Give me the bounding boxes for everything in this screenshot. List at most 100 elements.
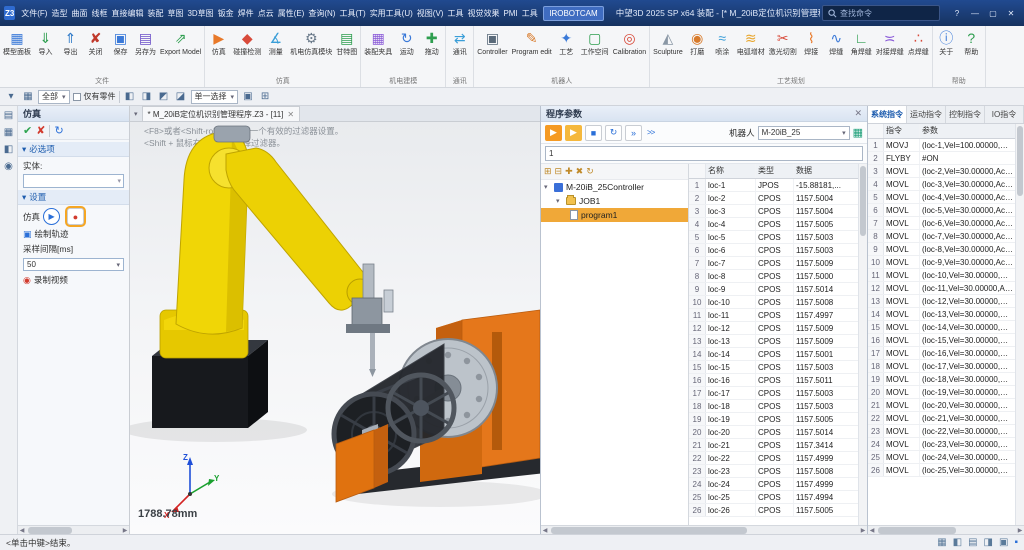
entity-input[interactable]: ▾ [23, 174, 124, 188]
ribbon-button-save-as[interactable]: ▤另存为 [133, 27, 158, 76]
table-row[interactable]: 9MOVL(loc-8,Vel=30.00000,Acc=40.000) [868, 243, 1015, 256]
ribbon-button-calibration[interactable]: ◎Calibration [611, 27, 648, 76]
menu-item-4[interactable]: 直接编辑 [109, 6, 145, 21]
confirm-icon[interactable]: ✔ [23, 124, 32, 137]
table-row[interactable]: 19MOVL(loc-18,Vel=30.00000,Acc=40.000) [868, 373, 1015, 386]
close-button[interactable]: ✕ [1002, 5, 1020, 21]
table-row[interactable]: 8loc-8CPOS1157.5000 [689, 270, 858, 283]
table-row[interactable]: 17loc-17CPOS1157.5003 [689, 387, 858, 400]
scrollbar-thumb[interactable] [551, 527, 747, 534]
ribbon-button-spot-weld[interactable]: ∴点焊缝 [906, 27, 931, 76]
ribbon-button-fillet-weld[interactable]: ∟角焊缝 [849, 27, 874, 76]
loop-icon[interactable]: ↻ [605, 125, 622, 141]
table-row[interactable]: 21MOVL(loc-20,Vel=30.00000,Acc=40.000) [868, 399, 1015, 412]
table-row[interactable]: 19loc-19CPOS1157.5005 [689, 413, 858, 426]
table-row[interactable]: 10loc-10CPOS1157.5008 [689, 296, 858, 309]
ribbon-button-import[interactable]: ⇓导入 [33, 27, 58, 76]
table-row[interactable]: 26loc-26CPOS1157.5005 [689, 504, 858, 517]
menu-item-1[interactable]: 造型 [49, 6, 69, 21]
export-program-icon[interactable]: ▦ [853, 126, 863, 139]
instr-tab-3[interactable]: IO指令 [985, 106, 1024, 123]
locations-vscrollbar[interactable] [858, 164, 867, 525]
select-body-icon[interactable]: ◪ [174, 91, 188, 102]
visual-manager-icon[interactable]: ◉ [4, 161, 13, 172]
menu-item-7[interactable]: 3D草图 [185, 6, 215, 21]
grid-status-icon[interactable]: ▤ [968, 537, 977, 548]
only-parts-checkbox[interactable]: 仅有零件 [73, 91, 116, 102]
ribbon-button-butt-weld[interactable]: ≍对接焊缝 [874, 27, 906, 76]
reset-icon[interactable]: ↻ [54, 124, 63, 137]
menu-item-14[interactable]: 实用工具(U) [368, 6, 415, 21]
table-row[interactable]: 16MOVL(loc-15,Vel=30.00000,Acc=40.000) [868, 334, 1015, 347]
play-simulation-button[interactable]: ▶ [43, 208, 60, 225]
assembly-manager-icon[interactable]: ▦ [4, 127, 13, 138]
table-row[interactable]: 22MOVL(loc-21,Vel=30.00000,Acc=40.000) [868, 412, 1015, 425]
table-row[interactable]: 11loc-11CPOS1157.4997 [689, 309, 858, 322]
more-commands-button[interactable]: >> [645, 128, 656, 137]
scrollbar-thumb[interactable] [1017, 126, 1023, 196]
table-row[interactable]: 12MOVL(loc-11,Vel=30.00000,Acc=40.000) [868, 282, 1015, 295]
caret-down-icon[interactable]: ▾ [544, 183, 551, 191]
table-row[interactable]: 17MOVL(loc-16,Vel=30.00000,Acc=40.000) [868, 347, 1015, 360]
scrollbar-thumb[interactable] [28, 527, 72, 534]
menu-item-8[interactable]: 钣金 [216, 6, 236, 21]
table-row[interactable]: 6MOVL(loc-5,Vel=30.00000,Acc=40.000) [868, 204, 1015, 217]
remove-folder-icon[interactable]: ⊟ [555, 166, 563, 177]
record-simulation-button[interactable]: ● [67, 208, 84, 225]
robot-arm[interactable] [160, 126, 373, 358]
table-row[interactable]: 2FLYBY#ON [868, 152, 1015, 165]
ribbon-button-collision-check[interactable]: ◆碰撞检测 [231, 27, 263, 76]
menu-item-15[interactable]: 视图(V) [415, 6, 446, 21]
program-panel-hscrollbar[interactable]: ◀ ▶ [541, 525, 867, 534]
table-row[interactable]: 13loc-13CPOS1157.5009 [689, 335, 858, 348]
ribbon-button-process[interactable]: ✦工艺 [554, 27, 579, 76]
table-row[interactable]: 14MOVL(loc-13,Vel=30.00000,Acc=40.000) [868, 308, 1015, 321]
delete-program-icon[interactable]: ✖ [576, 166, 584, 177]
ribbon-button-arc-additive[interactable]: ≋电弧增材 [735, 27, 767, 76]
ribbon-button-mechatronic-sim[interactable]: ⚙机电仿真模块 [288, 27, 334, 76]
menu-item-3[interactable]: 线框 [89, 6, 109, 21]
table-row[interactable]: 21loc-21CPOS1157.3414 [689, 439, 858, 452]
ribbon-button-gantt[interactable]: ▤甘特图 [334, 27, 359, 76]
ribbon-button-close-file[interactable]: ✘关闭 [83, 27, 108, 76]
menu-item-5[interactable]: 装配 [145, 6, 165, 21]
ribbon-button-model-panel[interactable]: ▦模型面板 [1, 27, 33, 76]
table-row[interactable]: 11MOVL(loc-10,Vel=30.00000,Acc=40.000) [868, 269, 1015, 282]
ribbon-button-save[interactable]: ▣保存 [108, 27, 133, 76]
scroll-left-icon[interactable]: ◀ [541, 527, 549, 534]
table-row[interactable]: 23loc-23CPOS1157.5008 [689, 465, 858, 478]
table-row[interactable]: 25MOVL(loc-24,Vel=30.00000,Acc=40.000) [868, 451, 1015, 464]
maximize-button[interactable]: ▢ [984, 5, 1002, 21]
menu-item-17[interactable]: 视觉效果 [465, 6, 501, 21]
column-type[interactable]: 类型 [756, 164, 794, 178]
table-row[interactable]: 10MOVL(loc-9,Vel=30.00000,Acc=40.000) [868, 256, 1015, 269]
cancel-icon[interactable]: ✘ [36, 124, 45, 137]
pick-filter-icon[interactable]: ▣ [241, 91, 255, 102]
ribbon-button-simulate[interactable]: ▶仿真 [206, 27, 231, 76]
ribbon-button-controller[interactable]: ▣Controller [475, 27, 509, 76]
snap-status-icon[interactable]: ◧ [953, 537, 962, 548]
add-folder-icon[interactable]: ⊞ [544, 166, 552, 177]
table-row[interactable]: 4MOVL(loc-3,Vel=30.00000,Acc=40.000) [868, 178, 1015, 191]
table-row[interactable]: 26MOVL(loc-25,Vel=30.00000,Acc=40.000) [868, 464, 1015, 477]
column-data[interactable]: 数据 [794, 164, 858, 178]
menu-item-9[interactable]: 焊件 [236, 6, 256, 21]
sim-panel-hscrollbar[interactable]: ◀ ▶ [18, 525, 129, 534]
layer-status-icon[interactable]: ◨ [984, 537, 993, 548]
pick-window-icon[interactable]: ⊞ [258, 91, 272, 102]
robot-combo[interactable]: M-20iB_25▾ [758, 126, 850, 140]
table-row[interactable]: 1MOVJ(loc-1,Vel=100.00000,Acc=50.000) [868, 139, 1015, 152]
table-row[interactable]: 3loc-3CPOS1157.5004 [689, 205, 858, 218]
scroll-right-icon[interactable]: ▶ [859, 527, 867, 534]
column-command[interactable]: 指令 [884, 124, 920, 138]
menu-item-12[interactable]: 查询(N) [306, 6, 337, 21]
filter-all-combo[interactable]: 全部▾ [38, 90, 70, 104]
table-row[interactable]: 2loc-2CPOS1157.5004 [689, 192, 858, 205]
help-button[interactable]: ? [948, 5, 966, 21]
close-tab-icon[interactable]: ✕ [287, 110, 294, 119]
table-row[interactable]: 18loc-18CPOS1157.5003 [689, 400, 858, 413]
stop-icon[interactable]: ■ [585, 125, 602, 141]
filter-status-icon[interactable]: ▦ [937, 537, 946, 548]
view-status-icon[interactable]: ▣ [999, 537, 1008, 548]
view-manager-icon[interactable]: ◧ [4, 144, 13, 155]
